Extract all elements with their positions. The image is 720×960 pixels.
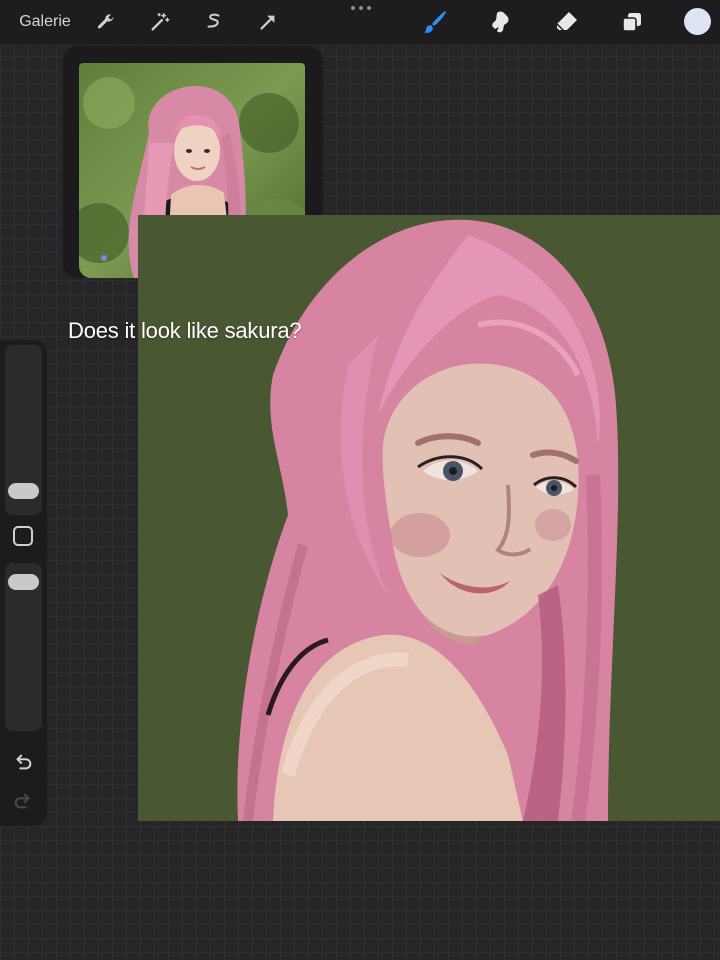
- brush-icon[interactable]: [418, 0, 452, 44]
- transform-arrow-icon[interactable]: [253, 0, 283, 44]
- eraser-icon[interactable]: [550, 0, 584, 44]
- smudge-icon[interactable]: [484, 0, 518, 44]
- layers-icon[interactable]: [615, 0, 649, 44]
- magic-wand-icon[interactable]: [145, 0, 175, 44]
- redo-icon[interactable]: [12, 790, 34, 812]
- wrench-icon[interactable]: [91, 0, 121, 44]
- gallery-button[interactable]: Galerie: [10, 0, 80, 44]
- canvas-painting: [138, 215, 720, 821]
- selection-icon[interactable]: [199, 0, 229, 44]
- brush-size-handle[interactable]: [8, 483, 39, 499]
- color-picker-button[interactable]: [684, 8, 711, 35]
- more-options-icon[interactable]: [346, 0, 376, 16]
- top-toolbar: Galerie: [0, 0, 720, 44]
- caption-text: Does it look like sakura?: [68, 318, 302, 343]
- drawing-canvas[interactable]: [138, 215, 720, 821]
- modify-button[interactable]: [13, 526, 33, 546]
- opacity-handle[interactable]: [8, 574, 39, 590]
- undo-icon[interactable]: [12, 751, 34, 773]
